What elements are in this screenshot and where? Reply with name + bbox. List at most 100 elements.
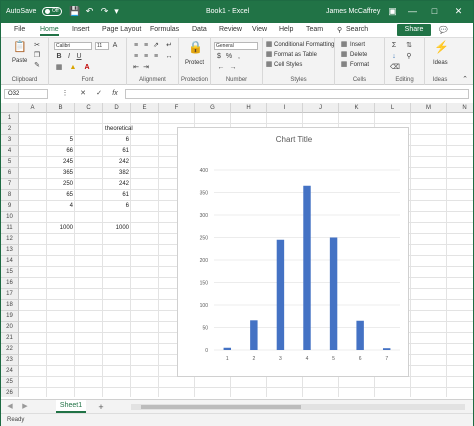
autosum-icon[interactable]: Σ xyxy=(390,42,398,50)
row-header-7[interactable]: 7 xyxy=(1,179,19,190)
row-header-15[interactable]: 15 xyxy=(1,267,19,278)
row-header-26[interactable]: 26 xyxy=(1,388,19,397)
column-header-c[interactable]: C xyxy=(75,103,103,113)
cell-b4[interactable]: 66 xyxy=(49,146,73,157)
column-header-f[interactable]: F xyxy=(159,103,195,113)
tab-formulas[interactable]: Formulas xyxy=(150,26,179,33)
ideas-icon[interactable]: ⚡ xyxy=(434,41,449,57)
prev-sheet-icon[interactable]: ◀ xyxy=(6,403,14,411)
tab-help[interactable]: Help xyxy=(279,26,293,33)
fill-icon[interactable]: ↓ xyxy=(390,53,398,61)
row-header-2[interactable]: 2 xyxy=(1,124,19,135)
cell-b9[interactable]: 4 xyxy=(49,201,73,212)
cell-b3[interactable]: 5 xyxy=(49,135,73,146)
cell-styles-button[interactable]: Cell Styles xyxy=(274,62,302,68)
column-header-e[interactable]: E xyxy=(131,103,159,113)
cell-b7[interactable]: 250 xyxy=(49,179,73,190)
row-header-5[interactable]: 5 xyxy=(1,157,19,168)
customize-qat-icon[interactable]: ▾ xyxy=(111,6,122,17)
column-header-h[interactable]: H xyxy=(231,103,267,113)
cell-d2[interactable]: theoretical xyxy=(105,124,133,135)
row-header-1[interactable]: 1 xyxy=(1,113,19,124)
search-icon[interactable]: ⚲ xyxy=(337,26,342,34)
column-header-n[interactable]: N xyxy=(447,103,473,113)
row-header-14[interactable]: 14 xyxy=(1,256,19,267)
font-name-select[interactable]: Calibri xyxy=(54,42,92,50)
column-header-k[interactable]: K xyxy=(339,103,375,113)
column-header-d[interactable]: D xyxy=(103,103,131,113)
tab-page-layout[interactable]: Page Layout xyxy=(102,26,141,33)
decrease-decimal-icon[interactable]: → xyxy=(229,64,237,72)
row-header-10[interactable]: 10 xyxy=(1,212,19,223)
paste-icon[interactable]: 📋 xyxy=(13,42,27,55)
delete-cells-button[interactable]: Delete xyxy=(350,52,367,58)
save-icon[interactable]: 💾 xyxy=(69,6,80,17)
clear-icon[interactable]: ⌫ xyxy=(390,64,400,72)
cell-b8[interactable]: 65 xyxy=(49,190,73,201)
insert-function-icon[interactable]: fx xyxy=(111,90,119,98)
tab-insert[interactable]: Insert xyxy=(72,26,90,33)
tab-view[interactable]: View xyxy=(252,26,267,33)
cell-d8[interactable]: 61 xyxy=(105,190,129,201)
share-button[interactable]: Share xyxy=(397,24,431,36)
grow-font-icon[interactable]: A xyxy=(111,42,119,50)
find-select-icon[interactable]: ⚲ xyxy=(405,53,413,61)
row-header-20[interactable]: 20 xyxy=(1,322,19,333)
format-as-table-icon[interactable]: ▦ xyxy=(265,51,273,59)
row-header-24[interactable]: 24 xyxy=(1,366,19,377)
align-middle-icon[interactable]: ≡ xyxy=(142,42,150,50)
column-header-l[interactable]: L xyxy=(375,103,411,113)
cell-b5[interactable]: 245 xyxy=(49,157,73,168)
confirm-entry-icon[interactable]: ✓ xyxy=(95,90,103,98)
horizontal-scroll-thumb[interactable] xyxy=(141,405,301,409)
search-label[interactable]: Search xyxy=(346,26,368,33)
row-header-18[interactable]: 18 xyxy=(1,300,19,311)
number-format-select[interactable]: General xyxy=(214,42,258,50)
tab-team[interactable]: Team xyxy=(306,26,323,33)
orientation-icon[interactable]: ⇗ xyxy=(152,42,160,50)
italic-icon[interactable]: I xyxy=(65,53,73,61)
accounting-format-icon[interactable]: $ xyxy=(215,53,223,61)
bold-icon[interactable]: B xyxy=(55,53,63,61)
collapse-ribbon-icon[interactable]: ⌃ xyxy=(461,76,469,84)
borders-icon[interactable]: ▦ xyxy=(55,64,63,72)
new-sheet-icon[interactable]: + xyxy=(97,403,105,412)
column-header-m[interactable]: M xyxy=(411,103,447,113)
row-header-19[interactable]: 19 xyxy=(1,311,19,322)
user-name[interactable]: James McCaffrey xyxy=(326,8,380,15)
underline-icon[interactable]: U xyxy=(75,53,83,61)
ribbon-display-icon[interactable]: ▣ xyxy=(387,6,398,17)
column-header-g[interactable]: G xyxy=(195,103,231,113)
cell-b6[interactable]: 365 xyxy=(49,168,73,179)
row-header-3[interactable]: 3 xyxy=(1,135,19,146)
protect-icon[interactable]: 🔒 xyxy=(188,41,203,57)
percent-style-icon[interactable]: % xyxy=(225,53,233,61)
align-right-icon[interactable]: ≡ xyxy=(152,53,160,61)
align-left-icon[interactable]: ≡ xyxy=(132,53,140,61)
cell-d6[interactable]: 382 xyxy=(105,168,129,179)
insert-cells-icon[interactable]: ▦ xyxy=(340,41,348,49)
sheet-tab-sheet1[interactable]: Sheet1 xyxy=(56,400,86,413)
chart[interactable]: Chart Title 0 50 100 150 200 250 300 350 400 1 2 3 4 5… xyxy=(177,127,409,377)
name-box[interactable]: O32 xyxy=(4,89,48,99)
cell-b11[interactable]: 1000 xyxy=(49,223,73,234)
autosave-toggle[interactable]: Off xyxy=(42,7,62,16)
ideas-button[interactable]: Ideas xyxy=(433,60,448,66)
cut-icon[interactable]: ✂ xyxy=(33,42,41,50)
format-as-table-button[interactable]: Format as Table xyxy=(274,52,317,58)
redo-icon[interactable]: ↷ xyxy=(99,6,110,17)
cell-d5[interactable]: 242 xyxy=(105,157,129,168)
next-sheet-icon[interactable]: ▶ xyxy=(21,403,29,411)
row-header-23[interactable]: 23 xyxy=(1,355,19,366)
format-cells-button[interactable]: Format xyxy=(350,62,369,68)
format-painter-icon[interactable]: ✎ xyxy=(33,62,41,70)
delete-cells-icon[interactable]: ▦ xyxy=(340,51,348,59)
protect-label[interactable]: Protect xyxy=(185,60,204,66)
conditional-formatting-icon[interactable]: ▦ xyxy=(265,41,273,49)
column-header-a[interactable]: A xyxy=(19,103,47,113)
undo-icon[interactable]: ↶ xyxy=(84,6,95,17)
fill-color-icon[interactable]: ▲ xyxy=(69,64,77,72)
insert-cells-button[interactable]: Insert xyxy=(350,42,365,48)
paste-label[interactable]: Paste xyxy=(12,58,27,64)
cancel-entry-icon[interactable]: ✕ xyxy=(79,90,87,98)
